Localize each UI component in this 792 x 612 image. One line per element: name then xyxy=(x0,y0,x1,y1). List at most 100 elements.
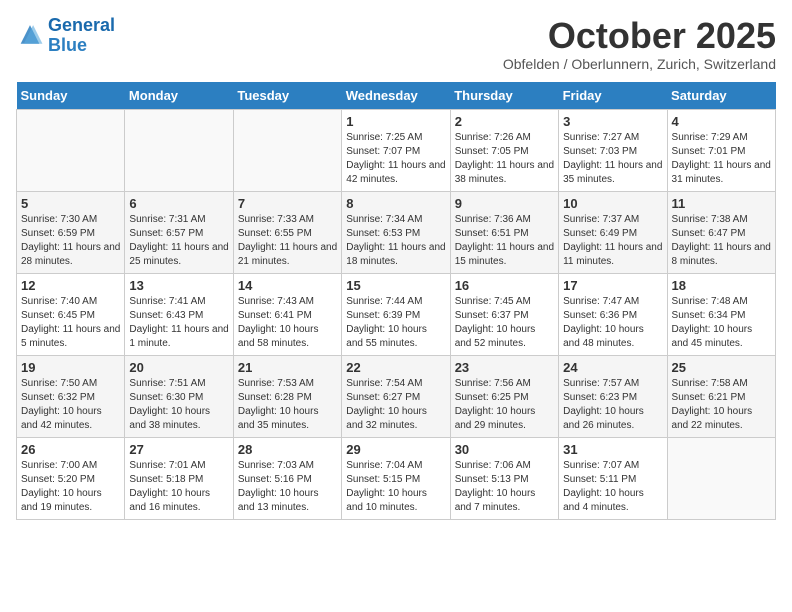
day-number: 12 xyxy=(21,278,120,293)
calendar-cell: 31 Sunrise: 7:07 AMSunset: 5:11 PMDayligh… xyxy=(559,437,667,519)
day-info: Sunrise: 7:01 AMSunset: 5:18 PMDaylight:… xyxy=(129,459,228,515)
calendar-cell: 19 Sunrise: 7:50 AMSunset: 6:32 PMDayligh… xyxy=(17,355,125,437)
day-number: 10 xyxy=(563,196,662,211)
column-header-wednesday: Wednesday xyxy=(342,82,450,110)
day-info: Sunrise: 7:33 AMSunset: 6:55 PMDaylight:… xyxy=(238,213,337,269)
day-info: Sunrise: 7:50 AMSunset: 6:32 PMDaylight:… xyxy=(21,377,120,433)
day-number: 6 xyxy=(129,196,228,211)
calendar-cell: 23 Sunrise: 7:56 AMSunset: 6:25 PMDayligh… xyxy=(450,355,558,437)
day-number: 5 xyxy=(21,196,120,211)
calendar-cell: 22 Sunrise: 7:54 AMSunset: 6:27 PMDayligh… xyxy=(342,355,450,437)
day-info: Sunrise: 7:27 AMSunset: 7:03 PMDaylight:… xyxy=(563,131,662,187)
calendar-cell: 24Sunrise: 7:57 AMSunset: 6:23 PMDayligh… xyxy=(559,355,667,437)
logo-general: General xyxy=(48,15,115,35)
calendar-cell: 7 Sunrise: 7:33 AMSunset: 6:55 PMDaylight… xyxy=(233,191,341,273)
day-info: Sunrise: 7:40 AMSunset: 6:45 PMDaylight:… xyxy=(21,295,120,351)
day-info: Sunrise: 7:29 AMSunset: 7:01 PMDaylight:… xyxy=(672,131,771,187)
calendar-week-row: 26 Sunrise: 7:00 AMSunset: 5:20 PMDayligh… xyxy=(17,437,776,519)
column-header-friday: Friday xyxy=(559,82,667,110)
calendar-cell: 21Sunrise: 7:53 AMSunset: 6:28 PMDayligh… xyxy=(233,355,341,437)
day-info: Sunrise: 7:38 AMSunset: 6:47 PMDaylight:… xyxy=(672,213,771,269)
calendar-cell: 16 Sunrise: 7:45 AMSunset: 6:37 PMDayligh… xyxy=(450,273,558,355)
day-number: 18 xyxy=(672,278,771,293)
day-info: Sunrise: 7:30 AMSunset: 6:59 PMDaylight:… xyxy=(21,213,120,269)
calendar-cell: 20 Sunrise: 7:51 AMSunset: 6:30 PMDayligh… xyxy=(125,355,233,437)
title-block: October 2025 Obfelden / Oberlunnern, Zur… xyxy=(503,16,776,72)
calendar-cell: 4 Sunrise: 7:29 AMSunset: 7:01 PMDaylight… xyxy=(667,109,775,191)
calendar-cell: 10 Sunrise: 7:37 AMSunset: 6:49 PMDayligh… xyxy=(559,191,667,273)
day-number: 31 xyxy=(563,442,662,457)
day-number: 15 xyxy=(346,278,445,293)
calendar-table: SundayMondayTuesdayWednesdayThursdayFrid… xyxy=(16,82,776,520)
column-header-tuesday: Tuesday xyxy=(233,82,341,110)
day-info: Sunrise: 7:53 AMSunset: 6:28 PMDaylight:… xyxy=(238,377,337,433)
calendar-cell: 29 Sunrise: 7:04 AMSunset: 5:15 PMDayligh… xyxy=(342,437,450,519)
page-header: General Blue October 2025 Obfelden / Obe… xyxy=(16,16,776,72)
column-header-sunday: Sunday xyxy=(17,82,125,110)
calendar-cell: 5 Sunrise: 7:30 AMSunset: 6:59 PMDaylight… xyxy=(17,191,125,273)
logo-icon xyxy=(16,22,44,50)
day-number: 26 xyxy=(21,442,120,457)
column-header-thursday: Thursday xyxy=(450,82,558,110)
day-number: 22 xyxy=(346,360,445,375)
day-info: Sunrise: 7:58 AMSunset: 6:21 PMDaylight:… xyxy=(672,377,771,433)
day-info: Sunrise: 7:07 AMSunset: 5:11 PMDaylight:… xyxy=(563,459,662,515)
calendar-cell: 11 Sunrise: 7:38 AMSunset: 6:47 PMDayligh… xyxy=(667,191,775,273)
day-number: 16 xyxy=(455,278,554,293)
day-number: 25 xyxy=(672,360,771,375)
day-info: Sunrise: 7:54 AMSunset: 6:27 PMDaylight:… xyxy=(346,377,445,433)
calendar-cell xyxy=(233,109,341,191)
calendar-cell: 26 Sunrise: 7:00 AMSunset: 5:20 PMDayligh… xyxy=(17,437,125,519)
calendar-cell xyxy=(667,437,775,519)
calendar-header-row: SundayMondayTuesdayWednesdayThursdayFrid… xyxy=(17,82,776,110)
day-number: 3 xyxy=(563,114,662,129)
day-number: 30 xyxy=(455,442,554,457)
calendar-cell: 8 Sunrise: 7:34 AMSunset: 6:53 PMDaylight… xyxy=(342,191,450,273)
day-info: Sunrise: 7:51 AMSunset: 6:30 PMDaylight:… xyxy=(129,377,228,433)
day-number: 13 xyxy=(129,278,228,293)
day-info: Sunrise: 7:04 AMSunset: 5:15 PMDaylight:… xyxy=(346,459,445,515)
calendar-cell: 9Sunrise: 7:36 AMSunset: 6:51 PMDaylight… xyxy=(450,191,558,273)
calendar-week-row: 5 Sunrise: 7:30 AMSunset: 6:59 PMDaylight… xyxy=(17,191,776,273)
location-subtitle: Obfelden / Oberlunnern, Zurich, Switzerl… xyxy=(503,56,776,72)
day-number: 19 xyxy=(21,360,120,375)
day-number: 2 xyxy=(455,114,554,129)
day-number: 29 xyxy=(346,442,445,457)
logo: General Blue xyxy=(16,16,115,56)
day-number: 14 xyxy=(238,278,337,293)
day-info: Sunrise: 7:06 AMSunset: 5:13 PMDaylight:… xyxy=(455,459,554,515)
day-info: Sunrise: 7:25 AMSunset: 7:07 PMDaylight:… xyxy=(346,131,445,187)
column-header-monday: Monday xyxy=(125,82,233,110)
calendar-cell: 3 Sunrise: 7:27 AMSunset: 7:03 PMDaylight… xyxy=(559,109,667,191)
day-info: Sunrise: 7:43 AMSunset: 6:41 PMDaylight:… xyxy=(238,295,337,351)
calendar-cell: 12 Sunrise: 7:40 AMSunset: 6:45 PMDayligh… xyxy=(17,273,125,355)
day-info: Sunrise: 7:47 AMSunset: 6:36 PMDaylight:… xyxy=(563,295,662,351)
day-info: Sunrise: 7:56 AMSunset: 6:25 PMDaylight:… xyxy=(455,377,554,433)
day-number: 8 xyxy=(346,196,445,211)
day-number: 20 xyxy=(129,360,228,375)
calendar-cell: 1Sunrise: 7:25 AMSunset: 7:07 PMDaylight… xyxy=(342,109,450,191)
day-info: Sunrise: 7:48 AMSunset: 6:34 PMDaylight:… xyxy=(672,295,771,351)
day-info: Sunrise: 7:00 AMSunset: 5:20 PMDaylight:… xyxy=(21,459,120,515)
day-number: 4 xyxy=(672,114,771,129)
day-number: 24 xyxy=(563,360,662,375)
day-number: 28 xyxy=(238,442,337,457)
day-info: Sunrise: 7:34 AMSunset: 6:53 PMDaylight:… xyxy=(346,213,445,269)
calendar-cell: 28Sunrise: 7:03 AMSunset: 5:16 PMDayligh… xyxy=(233,437,341,519)
month-title: October 2025 xyxy=(503,16,776,56)
calendar-cell: 27 Sunrise: 7:01 AMSunset: 5:18 PMDayligh… xyxy=(125,437,233,519)
day-info: Sunrise: 7:41 AMSunset: 6:43 PMDaylight:… xyxy=(129,295,228,351)
logo-text: General Blue xyxy=(48,16,115,56)
day-number: 27 xyxy=(129,442,228,457)
day-number: 11 xyxy=(672,196,771,211)
day-number: 17 xyxy=(563,278,662,293)
day-number: 7 xyxy=(238,196,337,211)
day-info: Sunrise: 7:45 AMSunset: 6:37 PMDaylight:… xyxy=(455,295,554,351)
calendar-cell: 30 Sunrise: 7:06 AMSunset: 5:13 PMDayligh… xyxy=(450,437,558,519)
day-info: Sunrise: 7:36 AMSunset: 6:51 PMDaylight:… xyxy=(455,213,554,269)
calendar-cell: 17 Sunrise: 7:47 AMSunset: 6:36 PMDayligh… xyxy=(559,273,667,355)
day-info: Sunrise: 7:37 AMSunset: 6:49 PMDaylight:… xyxy=(563,213,662,269)
day-number: 23 xyxy=(455,360,554,375)
day-info: Sunrise: 7:26 AMSunset: 7:05 PMDaylight:… xyxy=(455,131,554,187)
logo-blue: Blue xyxy=(48,35,87,55)
